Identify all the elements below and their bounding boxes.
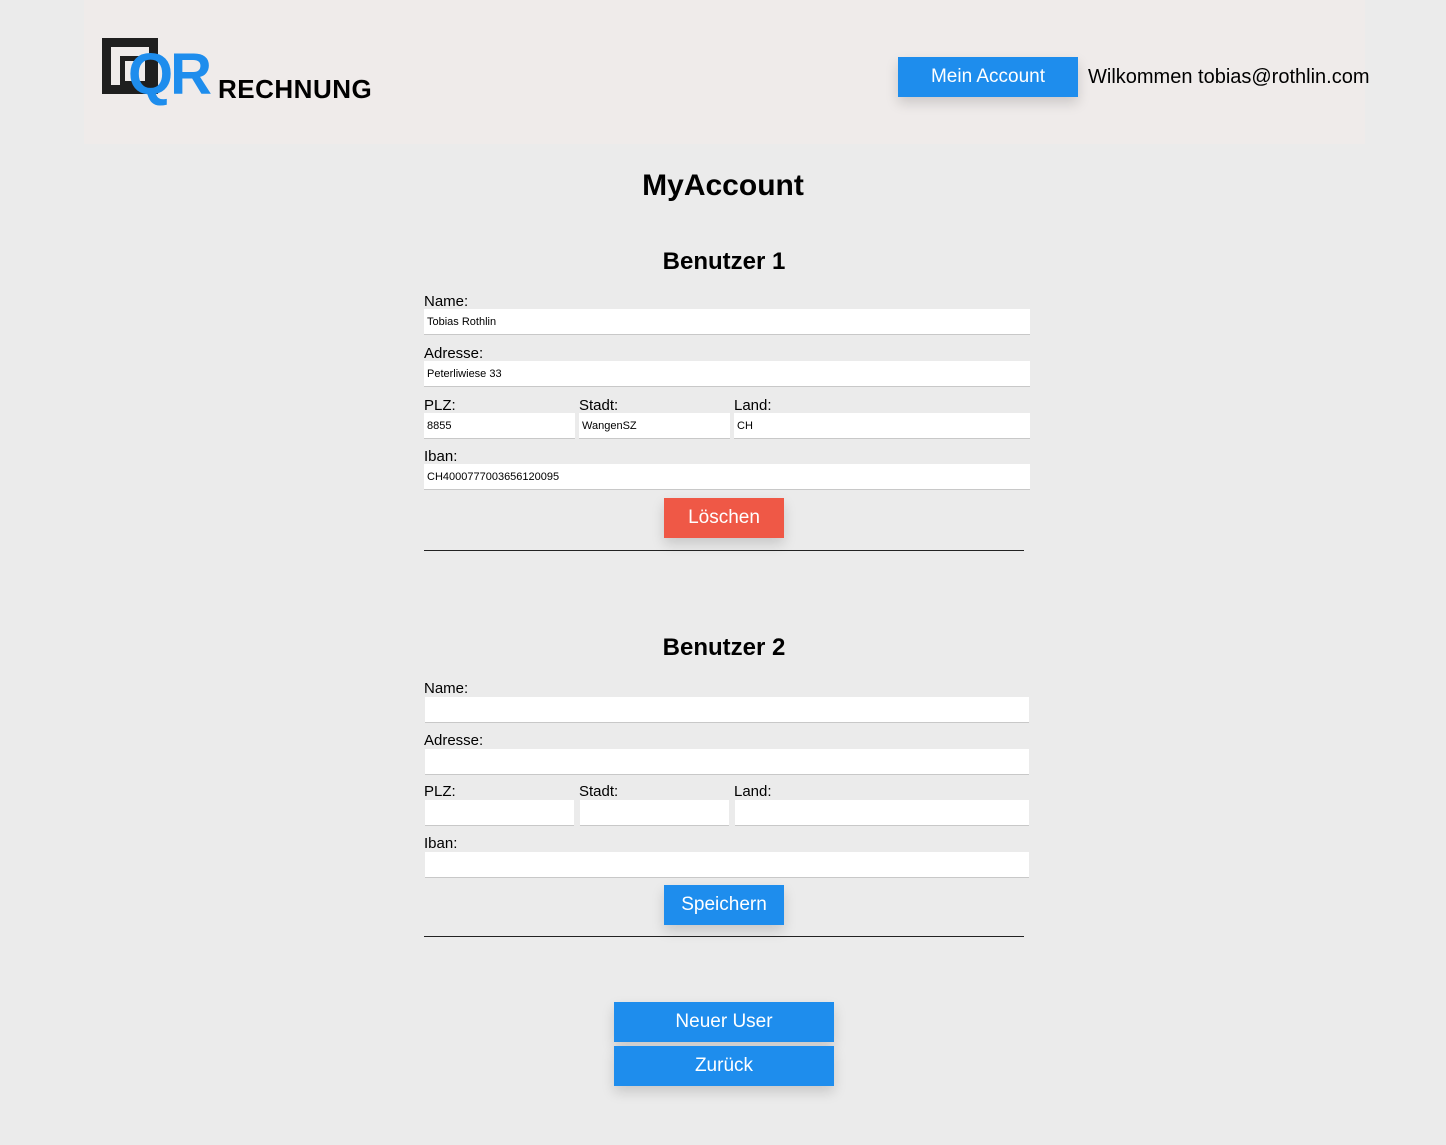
- city-label: Stadt:: [579, 397, 619, 414]
- new-user-button[interactable]: Neuer User: [614, 1002, 834, 1042]
- user-title: Benutzer 2: [662, 634, 786, 661]
- logo-rechnung-text: RECHNUNG: [218, 74, 373, 104]
- user-title: Benutzer 1: [662, 248, 786, 275]
- name-label: Name:: [424, 680, 469, 697]
- logo-qr-text: QR: [128, 42, 212, 107]
- country-field[interactable]: [734, 413, 1030, 439]
- city-field[interactable]: [580, 800, 729, 826]
- country-label: Land:: [734, 783, 772, 800]
- qr-rechnung-logo[interactable]: QR RECHNUNG: [102, 36, 382, 108]
- city-label: Stadt:: [579, 783, 619, 800]
- name-field[interactable]: [425, 697, 1029, 723]
- divider: [424, 550, 1024, 551]
- address-label: Adresse:: [424, 345, 484, 362]
- iban-field[interactable]: [424, 464, 1030, 490]
- plz-label: PLZ:: [424, 783, 456, 800]
- user-form-2: Benutzer 2 Name: Adresse: PLZ: Stadt: La…: [424, 634, 1030, 938]
- plz-field[interactable]: [425, 800, 574, 826]
- address-field[interactable]: [425, 749, 1029, 775]
- my-account-button[interactable]: Mein Account: [898, 57, 1078, 97]
- header: QR RECHNUNG Mein Account Wilkommen tobia…: [84, 0, 1370, 144]
- city-field[interactable]: [579, 413, 730, 439]
- iban-field[interactable]: [425, 852, 1029, 878]
- user-form-1: Benutzer 1 Name: Adresse: PLZ: Stadt: La…: [424, 248, 1030, 552]
- name-field[interactable]: [424, 309, 1030, 335]
- save-button[interactable]: Speichern: [664, 885, 784, 925]
- welcome-message: Wilkommen tobias@rothlin.com: [1088, 66, 1370, 88]
- address-label: Adresse:: [424, 732, 484, 749]
- iban-label: Iban:: [424, 448, 458, 465]
- name-label: Name:: [424, 293, 469, 310]
- divider: [424, 936, 1024, 937]
- page-title: MyAccount: [642, 169, 804, 202]
- plz-field[interactable]: [424, 413, 575, 439]
- country-field[interactable]: [735, 800, 1029, 826]
- iban-label: Iban:: [424, 835, 458, 852]
- back-button[interactable]: Zurück: [614, 1046, 834, 1086]
- delete-button[interactable]: Löschen: [664, 498, 784, 538]
- plz-label: PLZ:: [424, 397, 456, 414]
- country-label: Land:: [734, 397, 772, 414]
- address-field[interactable]: [424, 361, 1030, 387]
